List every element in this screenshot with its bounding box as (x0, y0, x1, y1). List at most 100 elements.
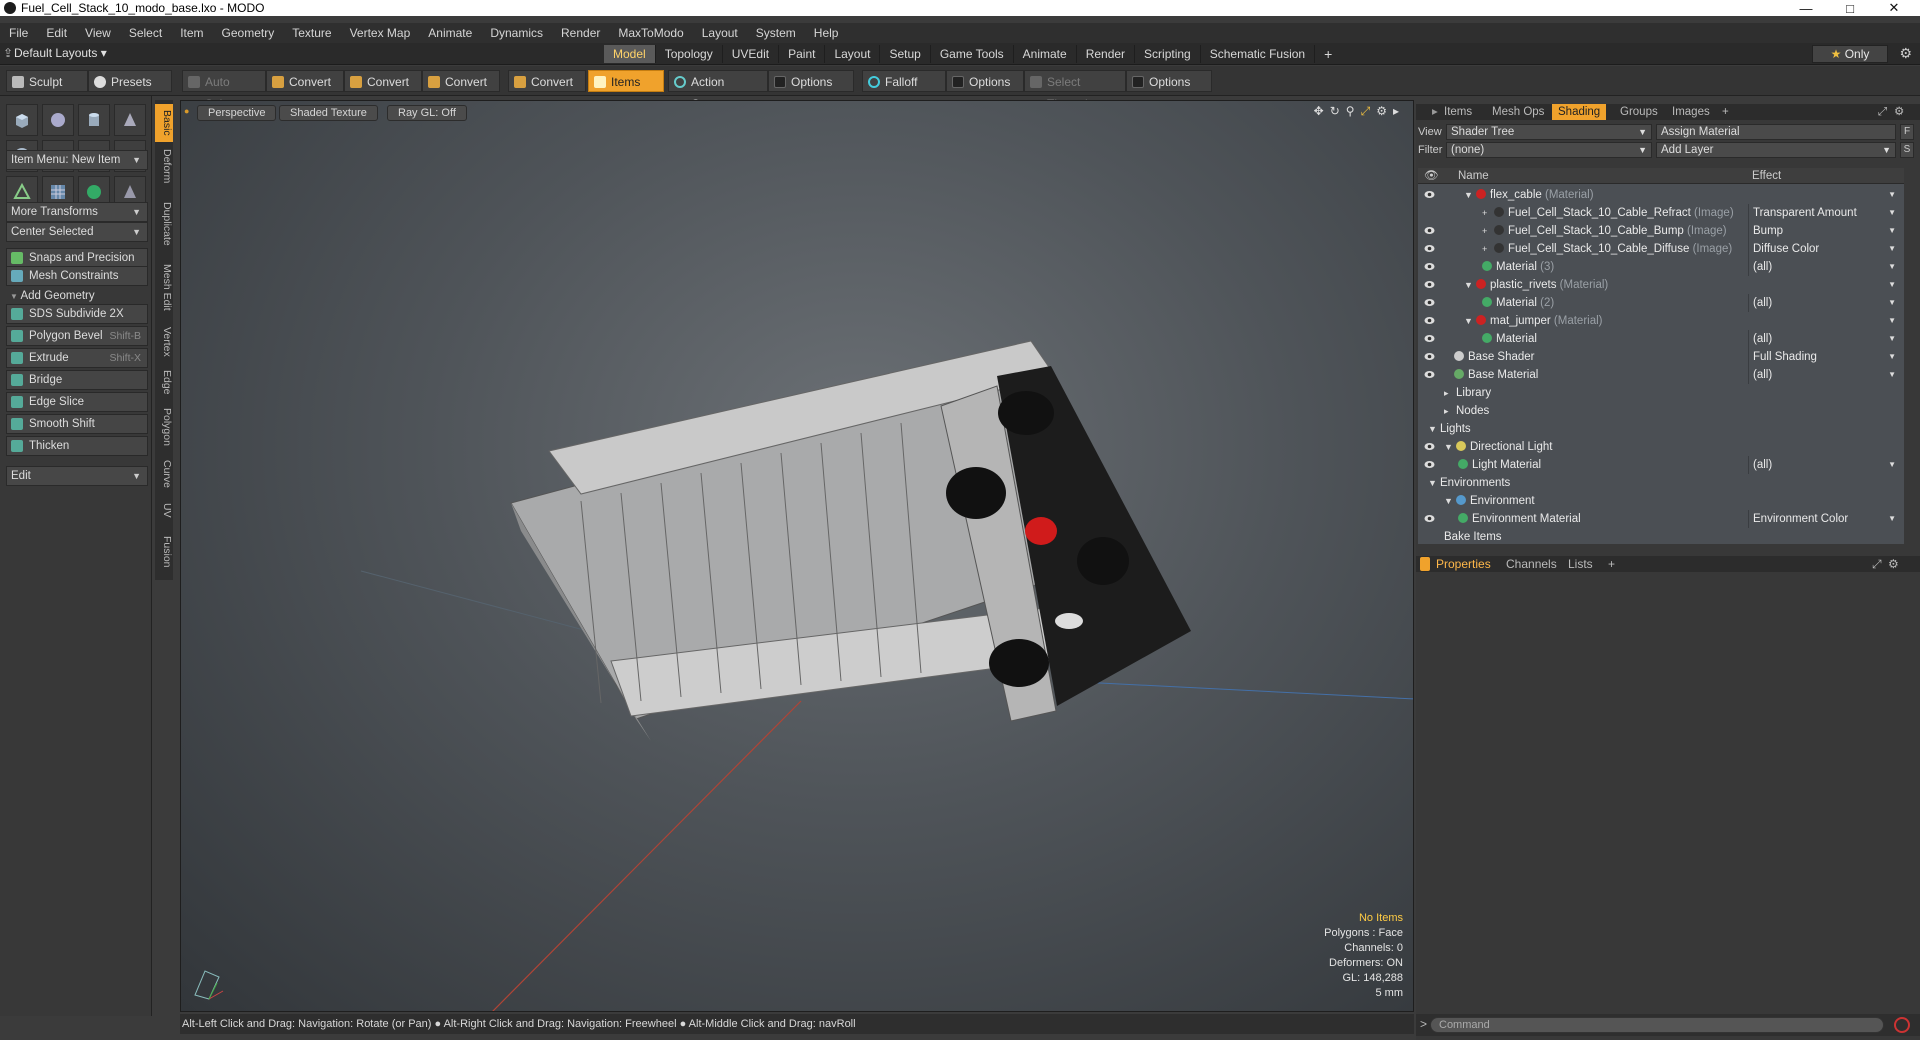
eye-icon[interactable] (1424, 352, 1435, 361)
snaps-precision-button[interactable]: Snaps and Precision (6, 248, 148, 268)
effect-dropdown[interactable]: (all) ▼ (1748, 366, 1900, 384)
shader-tree-row[interactable]: Material (all) ▼ (1418, 330, 1904, 348)
tab-images[interactable]: Images (1666, 104, 1716, 120)
cube-icon[interactable] (6, 104, 38, 136)
convert-polygon-button[interactable]: Convert (422, 70, 500, 92)
shader-tree-row[interactable]: ▼ Environment (1418, 492, 1904, 510)
convert-vertex-button[interactable]: Convert (266, 70, 344, 92)
effect-column-header[interactable]: Effect (1752, 168, 1781, 184)
menu-file[interactable]: File (0, 26, 37, 40)
vtab-deform[interactable]: Deform (155, 144, 173, 188)
presets-button[interactable]: Presets F6 (88, 70, 172, 111)
effect-dropdown[interactable]: Transparent Amount ▼ (1748, 204, 1900, 222)
tab-items[interactable]: Items (1438, 104, 1478, 120)
tab-lists[interactable]: Lists (1568, 556, 1593, 572)
sds-subdivide-button[interactable]: SDS Subdivide 2X (6, 304, 148, 324)
shader-tree-row[interactable]: + Fuel_Cell_Stack_10_Cable_Refract (Image… (1418, 204, 1904, 222)
expand-toggle-icon[interactable]: ▼ (1464, 312, 1474, 330)
view-dropdown[interactable]: Shader Tree ▼ (1446, 124, 1652, 140)
shader-tree-row[interactable]: Environment Material Environment Color ▼ (1418, 510, 1904, 528)
gear-icon[interactable]: ⚙ (1899, 45, 1912, 62)
menu-edit[interactable]: Edit (37, 26, 76, 40)
expand-toggle-icon[interactable]: + (1482, 204, 1492, 222)
menu-help[interactable]: Help (805, 26, 848, 40)
cylinder-icon[interactable] (78, 104, 110, 136)
effect-dropdown[interactable]: Full Shading ▼ (1748, 348, 1900, 366)
action-center-options-button[interactable]: Options (768, 70, 854, 92)
expand-icon[interactable]: ⤢ (1872, 556, 1882, 572)
vtab-fusion[interactable]: Fusion (155, 532, 173, 572)
shader-tree-row[interactable]: + Fuel_Cell_Stack_10_Cable_Diffuse (Image… (1418, 240, 1904, 258)
menu-texture[interactable]: Texture (283, 26, 340, 40)
vtab-duplicate[interactable]: Duplicate (155, 196, 173, 252)
expand-toggle-icon[interactable]: ▼ (1428, 420, 1438, 438)
eye-icon[interactable] (1424, 280, 1435, 289)
menu-system[interactable]: System (747, 26, 805, 40)
expand-toggle-icon[interactable]: ▸ (1444, 402, 1454, 420)
falloff-options-button[interactable]: Options (946, 70, 1024, 92)
shader-tree-row[interactable]: ▼ Environments (1418, 474, 1904, 492)
shader-tree-row[interactable]: Bake Items (1418, 528, 1904, 546)
maximize-icon[interactable]: □ (1828, 0, 1872, 16)
mesh-constraints-button[interactable]: Mesh Constraints (6, 266, 148, 286)
eye-icon[interactable] (1424, 514, 1435, 523)
convert-item-button[interactable]: Convert (508, 70, 586, 92)
add-tab-icon[interactable]: + (1315, 45, 1341, 63)
select-options-button[interactable]: Options (1126, 70, 1212, 92)
menu-vertex-map[interactable]: Vertex Map (341, 26, 420, 40)
command-input[interactable]: Command (1430, 1017, 1884, 1033)
effect-dropdown[interactable]: Diffuse Color ▼ (1748, 240, 1900, 258)
default-layouts-dropdown[interactable]: Default Layouts ▾ (14, 46, 107, 60)
shader-tree-row[interactable]: ▼ Lights (1418, 420, 1904, 438)
action-center-button[interactable]: Action Center (668, 70, 768, 111)
vtab-mesh-edit[interactable]: Mesh Edit (155, 258, 173, 316)
tab-setup[interactable]: Setup (880, 45, 931, 63)
tab-animate[interactable]: Animate (1014, 45, 1077, 63)
tab-shading[interactable]: Shading (1552, 104, 1607, 120)
only-button[interactable]: ★ Only (1812, 45, 1888, 63)
shader-tree-row[interactable]: ▼ flex_cable (Material) ▼ (1418, 186, 1904, 204)
s-button[interactable]: S (1900, 142, 1914, 158)
eye-icon[interactable] (1424, 298, 1435, 307)
menu-animate[interactable]: Animate (419, 26, 481, 40)
layout-arrow-icon[interactable]: ⇪ (3, 46, 13, 60)
menu-render[interactable]: Render (552, 26, 609, 40)
vtab-uv[interactable]: UV (155, 498, 173, 522)
bridge-button[interactable]: Bridge (6, 370, 148, 390)
eye-icon[interactable] (1424, 244, 1435, 253)
name-column-header[interactable]: Name (1458, 168, 1489, 184)
expand-toggle-icon[interactable]: ▼ (1444, 438, 1454, 456)
more-transforms-dropdown[interactable]: More Transforms ▼ (6, 202, 148, 222)
shader-tree-row[interactable]: ▼ Directional Light (1418, 438, 1904, 456)
tab-uvedit[interactable]: UVEdit (723, 45, 780, 63)
expand-toggle-icon[interactable]: ▼ (1428, 474, 1438, 492)
shader-tree-row[interactable]: ▼ mat_jumper (Material) ▼ (1418, 312, 1904, 330)
convert-edge-button[interactable]: Convert (344, 70, 422, 92)
minimize-icon[interactable]: — (1784, 0, 1828, 16)
tab-layout[interactable]: Layout (825, 45, 881, 63)
expand-toggle-icon[interactable]: + (1482, 222, 1492, 240)
tab-properties[interactable]: Properties (1436, 556, 1491, 572)
expand-toggle-icon[interactable]: ▼ (1464, 186, 1474, 204)
vtab-edge[interactable]: Edge (155, 364, 173, 400)
cone-icon[interactable] (114, 104, 146, 136)
smooth-shift-button[interactable]: Smooth Shift (6, 414, 148, 434)
add-geometry-section[interactable]: ▼ Add Geometry (6, 288, 148, 304)
shader-tree-row[interactable]: + Fuel_Cell_Stack_10_Cable_Bump (Image) Bu… (1418, 222, 1904, 240)
shader-tree-row[interactable]: ▼ plastic_rivets (Material) ▼ (1418, 276, 1904, 294)
add-layer-dropdown[interactable]: Add Layer ▼ (1656, 142, 1896, 158)
tab-mesh-ops[interactable]: Mesh Ops (1486, 104, 1550, 120)
tab-groups[interactable]: Groups (1614, 104, 1664, 120)
eye-icon[interactable] (1424, 370, 1435, 379)
expand-toggle-icon[interactable]: ▼ (1464, 276, 1474, 294)
menu-select[interactable]: Select (120, 26, 171, 40)
shader-tree-row[interactable]: ▸ Library (1418, 384, 1904, 402)
f-button[interactable]: F (1900, 124, 1914, 140)
auto-select-button[interactable]: Auto Select (182, 70, 266, 111)
item-menu-dropdown[interactable]: Item Menu: New Item ▼ (6, 150, 148, 170)
center-selected-dropdown[interactable]: Center Selected ▼ (6, 222, 148, 242)
tab-game-tools[interactable]: Game Tools (931, 45, 1014, 63)
close-icon[interactable]: ✕ (1872, 0, 1916, 16)
vtab-basic[interactable]: Basic (155, 104, 173, 142)
menu-dynamics[interactable]: Dynamics (481, 26, 552, 40)
